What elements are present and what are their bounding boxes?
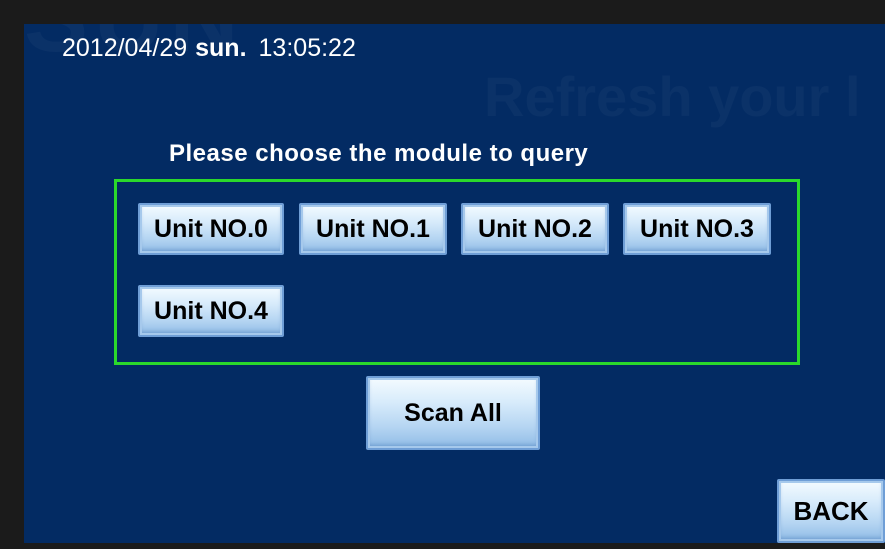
module-query-prompt: Please choose the module to query [169, 140, 589, 167]
scan-all-button[interactable]: Scan All [366, 376, 540, 450]
unit-3-button[interactable]: Unit NO.3 [623, 203, 771, 255]
weekday-text: sun. [195, 34, 247, 62]
hmi-screen: SUN Refresh your l 2012/04/29sun.13:05:2… [24, 24, 885, 543]
hmi-bezel: SUN Refresh your l 2012/04/29sun.13:05:2… [0, 0, 885, 549]
unit-1-button[interactable]: Unit NO.1 [299, 203, 447, 255]
datetime-display: 2012/04/29 sun. 13:05:22 [62, 34, 356, 63]
unit-0-button[interactable]: Unit NO.0 [138, 203, 284, 255]
unit-4-button[interactable]: Unit NO.4 [138, 285, 284, 337]
watermark-text: Refresh your l [484, 64, 861, 129]
time-text: 13:05:22 [258, 34, 356, 62]
unit-2-button[interactable]: Unit NO.2 [461, 203, 609, 255]
date-text: 2012/04/29 [62, 34, 188, 62]
back-button[interactable]: BACK [777, 479, 885, 543]
